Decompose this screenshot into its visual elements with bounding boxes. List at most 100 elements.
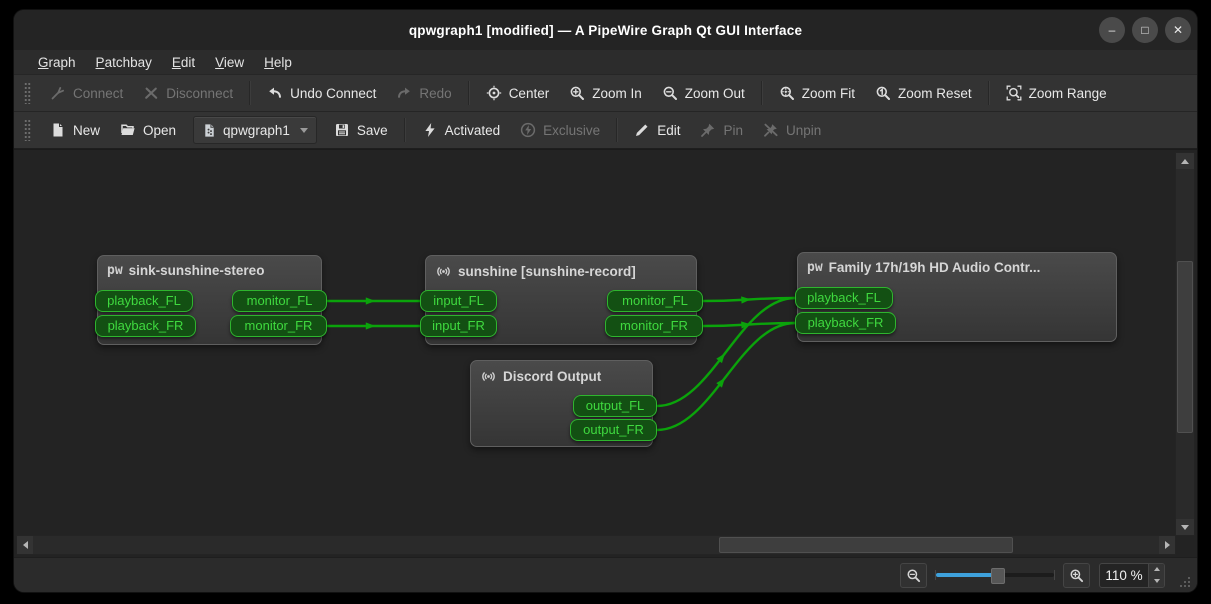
zoom-slider-fill <box>936 573 997 577</box>
toolbar-separator <box>468 81 470 105</box>
window-resize-grip[interactable] <box>1178 576 1191 589</box>
unpin-icon <box>763 122 779 138</box>
port-discord-output-output_FR[interactable]: output_FR <box>570 419 657 441</box>
toolbar-separator <box>616 118 618 142</box>
port-discord-output-output_FL[interactable]: output_FL <box>573 395 657 417</box>
exclusive-label: Exclusive <box>543 123 600 138</box>
save-label: Save <box>357 123 388 138</box>
port-sunshine-monitor_FL[interactable]: monitor_FL <box>607 290 703 312</box>
menu-edit[interactable]: Edit <box>162 53 205 72</box>
vertical-scroll-thumb[interactable] <box>1177 261 1193 433</box>
open-label: Open <box>143 123 176 138</box>
zoom-percent-value: 110 % <box>1100 568 1148 583</box>
scroll-left-button[interactable] <box>17 536 33 554</box>
zoom-slider[interactable] <box>936 567 1054 583</box>
connect-button: Connect <box>41 80 132 106</box>
toolbar-drag-handle[interactable] <box>24 82 31 104</box>
stream-icon <box>435 263 452 280</box>
connect-icon <box>50 85 66 101</box>
port-family-hd-audio-playback_FR[interactable]: playback_FR <box>795 312 896 334</box>
scroll-down-button[interactable] <box>1176 519 1194 535</box>
zoom-in-icon <box>569 85 585 101</box>
unpin-button: Unpin <box>754 117 830 143</box>
zoom-fit-button[interactable]: Zoom Fit <box>770 80 864 106</box>
zoom-reset-button[interactable]: Zoom Reset <box>866 80 981 106</box>
redo-icon <box>396 85 412 101</box>
open-button[interactable]: Open <box>111 117 185 143</box>
zoom-out-icon <box>662 85 678 101</box>
menu-patchbay[interactable]: Patchbay <box>86 53 162 72</box>
edit-label: Edit <box>657 123 680 138</box>
port-sink-sunshine-stereo-playback_FR[interactable]: playback_FR <box>95 315 196 337</box>
scroll-up-button[interactable] <box>1176 153 1194 169</box>
edit-button[interactable]: Edit <box>625 117 689 143</box>
redo-button: Redo <box>387 80 460 106</box>
port-sunshine-input_FL[interactable]: input_FL <box>420 290 497 312</box>
scroll-right-button[interactable] <box>1159 536 1175 554</box>
vertical-scrollbar[interactable] <box>1175 152 1195 536</box>
menu-graph[interactable]: Graph <box>28 53 86 72</box>
minimize-button[interactable]: – <box>1099 17 1125 43</box>
port-sunshine-monitor_FR[interactable]: monitor_FR <box>605 315 703 337</box>
zoom-percent-spinbox[interactable]: 110 % <box>1099 563 1165 588</box>
graph-canvas: pwsink-sunshine-stereosunshine [sunshine… <box>14 149 1197 557</box>
undo-connect-button[interactable]: Undo Connect <box>258 80 385 106</box>
menu-view[interactable]: View <box>205 53 254 72</box>
pipewire-icon: pw <box>807 261 823 274</box>
zoom-out-button[interactable]: Zoom Out <box>653 80 754 106</box>
disconnect-icon <box>143 85 159 101</box>
horizontal-scrollbar[interactable] <box>16 535 1176 555</box>
activated-button[interactable]: Activated <box>413 117 510 143</box>
save-icon <box>334 122 350 138</box>
zoom-range-button[interactable]: Zoom Range <box>997 80 1116 106</box>
statusbar: 110 % <box>14 557 1197 592</box>
arrow-left-icon <box>23 541 28 549</box>
port-sink-sunshine-stereo-playback_FL[interactable]: playback_FL <box>95 290 193 312</box>
patchbay-profile-combobox[interactable]: qpwgraph1 <box>193 116 317 144</box>
zoom-in-label: Zoom In <box>592 86 642 101</box>
graph-scene[interactable]: pwsink-sunshine-stereosunshine [sunshine… <box>14 150 1197 557</box>
toolbar-drag-handle[interactable] <box>24 119 31 141</box>
zoom-out-icon <box>906 568 921 583</box>
zoom-in-icon <box>1069 568 1084 583</box>
maximize-button[interactable]: □ <box>1132 17 1158 43</box>
zoom-out-label: Zoom Out <box>685 86 745 101</box>
new-button[interactable]: New <box>41 117 109 143</box>
zoom-reset-icon <box>875 85 891 101</box>
node-title: Discord Output <box>503 369 601 384</box>
port-sunshine-input_FR[interactable]: input_FR <box>420 315 497 337</box>
statusbar-zoom-out-button[interactable] <box>900 563 927 588</box>
port-family-hd-audio-playback_FL[interactable]: playback_FL <box>795 287 893 309</box>
node-header: pwsink-sunshine-stereo <box>98 256 321 278</box>
window-title: qpwgraph1 [modified] — A PipeWire Graph … <box>14 23 1197 38</box>
spin-buttons <box>1148 564 1164 587</box>
pin-button: Pin <box>691 117 752 143</box>
undo-connect-label: Undo Connect <box>290 86 376 101</box>
zoom-slider-handle[interactable] <box>991 568 1005 584</box>
desktop: qpwgraph1 [modified] — A PipeWire Graph … <box>0 0 1211 604</box>
toolbar-separator <box>761 81 763 105</box>
statusbar-zoom-in-button[interactable] <box>1063 563 1090 588</box>
exclusive-button: Exclusive <box>511 117 609 143</box>
horizontal-scroll-thumb[interactable] <box>719 537 1013 553</box>
cables-layer <box>14 150 1195 557</box>
chevron-down-icon <box>300 128 308 133</box>
toolbar-separator <box>988 81 990 105</box>
connect-label: Connect <box>73 86 123 101</box>
menu-help[interactable]: Help <box>254 53 302 72</box>
save-button[interactable]: Save <box>325 117 397 143</box>
node-header: pwFamily 17h/19h HD Audio Contr... <box>798 253 1116 275</box>
arrow-up-icon <box>1154 567 1160 571</box>
spin-up-button[interactable] <box>1149 564 1164 576</box>
spin-down-button[interactable] <box>1149 575 1164 587</box>
arrow-down-icon <box>1154 579 1160 583</box>
new-file-icon <box>50 122 66 138</box>
toolbar-separator <box>404 118 406 142</box>
zoom-fit-label: Zoom Fit <box>802 86 855 101</box>
zoom-in-button[interactable]: Zoom In <box>560 80 651 106</box>
center-button[interactable]: Center <box>477 80 559 106</box>
port-sink-sunshine-stereo-monitor_FR[interactable]: monitor_FR <box>230 315 327 337</box>
port-sink-sunshine-stereo-monitor_FL[interactable]: monitor_FL <box>232 290 327 312</box>
titlebar[interactable]: qpwgraph1 [modified] — A PipeWire Graph … <box>14 10 1197 50</box>
close-button[interactable]: ✕ <box>1165 17 1191 43</box>
